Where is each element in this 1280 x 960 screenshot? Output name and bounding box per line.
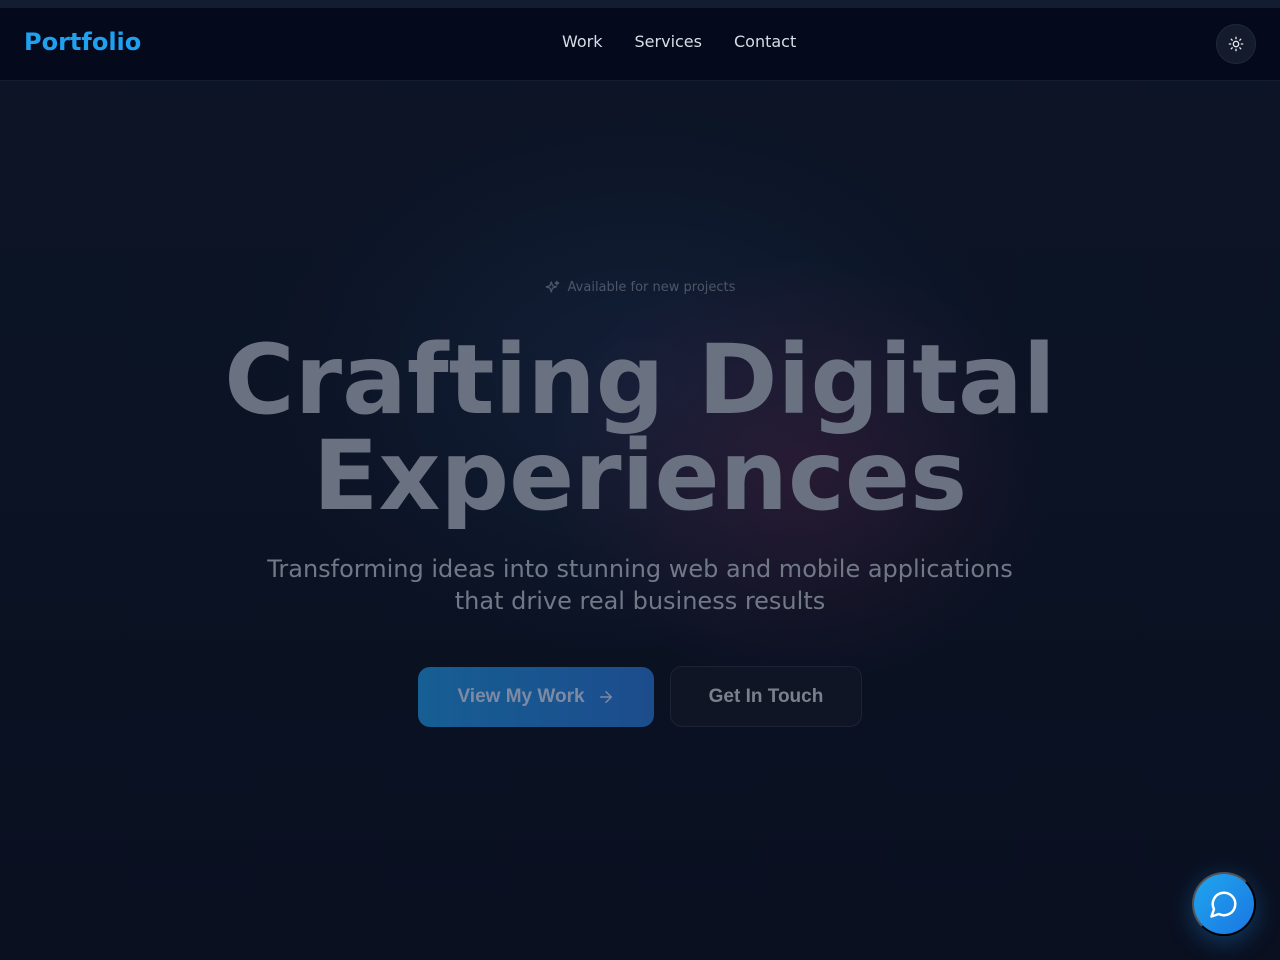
chat-bubble-icon — [1210, 891, 1237, 918]
sparkles-icon — [545, 280, 559, 292]
chat-button[interactable] — [1192, 872, 1256, 936]
subtext-line-2: that drive real business results — [454, 587, 826, 615]
nav-link-contact[interactable]: Contact — [734, 32, 796, 51]
theme-toggle-button[interactable] — [1216, 24, 1256, 64]
view-my-work-label: View My Work — [457, 686, 585, 707]
view-my-work-button[interactable]: View My Work — [418, 667, 654, 727]
badge-text: Available for new projects — [567, 279, 736, 295]
get-in-touch-button[interactable]: Get In Touch — [670, 666, 862, 727]
nav-link-services[interactable]: Services — [635, 32, 702, 51]
arrow-right-icon — [599, 691, 612, 703]
navbar: Portfolio Work Services Contact — [0, 8, 1280, 81]
availability-badge: Available for new projects — [540, 273, 740, 301]
headline-line-2: Experiences — [312, 420, 968, 532]
sun-icon — [1228, 36, 1244, 52]
subtext-line-1: Transforming ideas into stunning web and… — [267, 555, 1013, 583]
top-strip — [0, 0, 1280, 8]
headline-line-1: Crafting Digital — [224, 324, 1056, 436]
nav-links: Work Services Contact — [562, 32, 796, 51]
get-in-touch-label: Get In Touch — [708, 685, 824, 707]
nav-link-work[interactable]: Work — [562, 32, 603, 51]
hero-subtext: Transforming ideas into stunning web and… — [240, 553, 1040, 617]
logo[interactable]: Portfolio — [24, 28, 141, 56]
hero-headline: Crafting Digital Experiences — [0, 332, 1280, 524]
